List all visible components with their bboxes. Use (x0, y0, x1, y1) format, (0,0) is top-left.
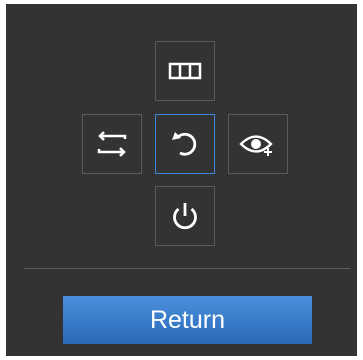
columns-button[interactable] (155, 41, 215, 101)
view-button[interactable] (228, 114, 288, 174)
return-button[interactable]: Return (63, 296, 312, 344)
eye-plus-icon (239, 135, 273, 156)
rotate-button[interactable] (155, 114, 215, 174)
rotate-icon (172, 132, 197, 156)
divider (24, 268, 350, 269)
switch-arrows-icon (97, 131, 127, 157)
columns-icon (168, 62, 202, 80)
return-label: Return (149, 305, 226, 334)
switch-button[interactable] (82, 114, 142, 174)
power-button[interactable] (155, 186, 215, 246)
power-icon (173, 203, 197, 230)
menu-panel: Return (6, 4, 357, 356)
